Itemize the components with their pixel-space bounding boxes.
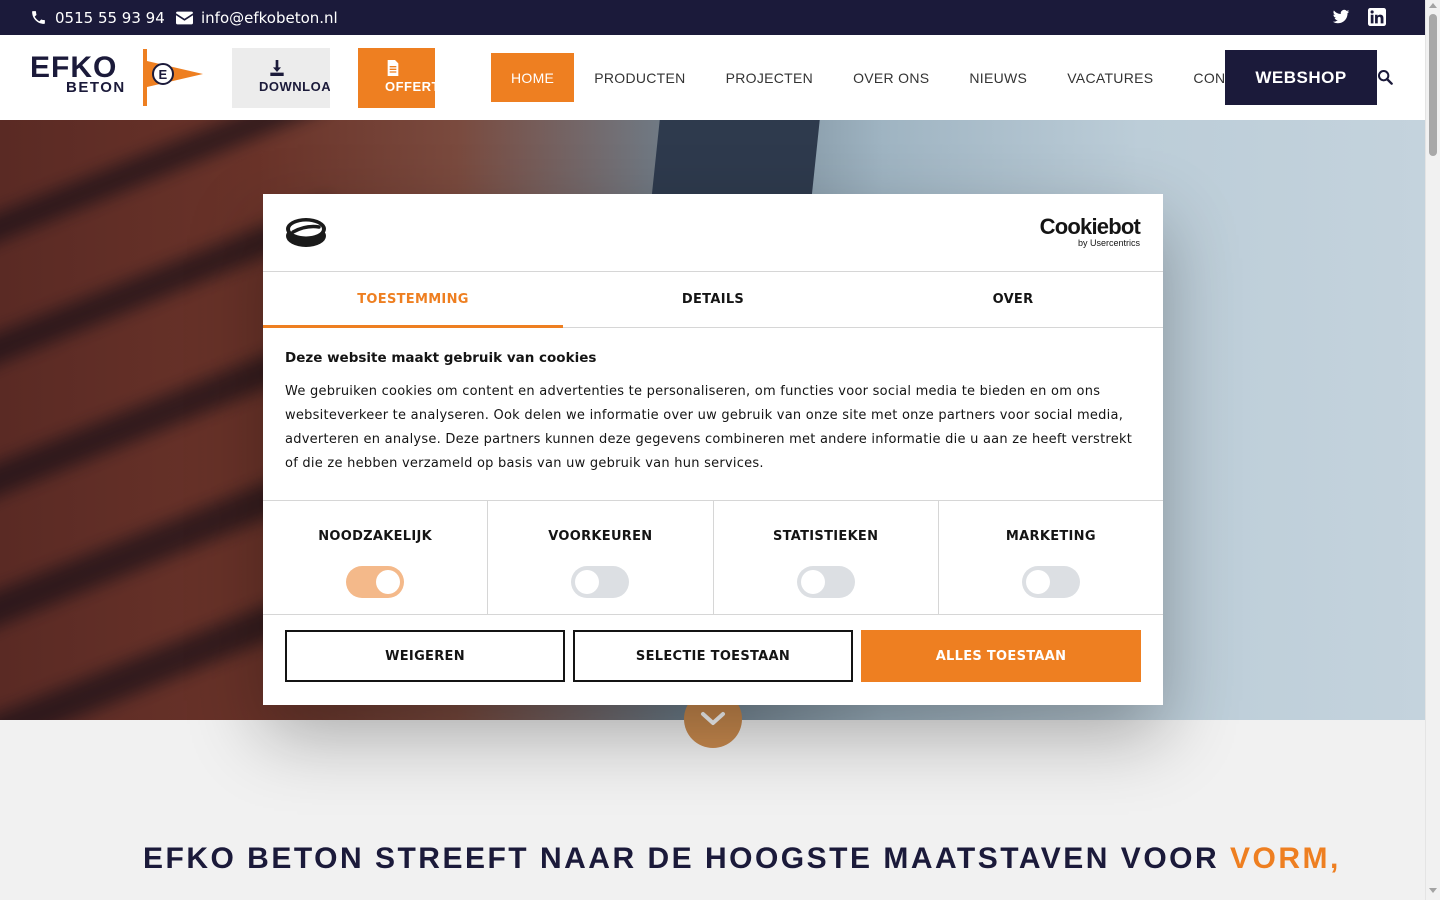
category-marketing: MARKETING [939,501,1163,614]
page-scrollbar[interactable] [1425,0,1440,900]
twitter-icon[interactable] [1332,8,1350,26]
toggle-knob [800,570,825,594]
section-heading-accent: VORM, [1230,842,1341,875]
phone-icon [32,11,45,24]
dialog-header: Cookiebot by Usercentrics [263,194,1163,272]
dialog-heading: Deze website maakt gebruik van cookies [285,350,597,366]
webshop-button[interactable]: WEBSHOP [1225,50,1377,105]
tab-details[interactable]: DETAILS [563,272,863,327]
site-logo-icon [286,218,326,247]
nav-projecten[interactable]: PROJECTEN [706,53,834,102]
category-statistieken: STATISTIEKEN [714,501,939,614]
section-heading: EFKO BETON STREEFT NAAR DE HOOGSTE MAATS… [143,842,1341,876]
dialog-actions: WEIGEREN SELECTIE TOESTAAN ALLES TOESTAA… [285,630,1141,682]
toggle-noodzakelijk[interactable] [346,566,405,598]
phone-link[interactable]: 0515 55 93 94 [30,0,165,35]
nav-producten[interactable]: PRODUCTEN [574,53,705,102]
logo-badge: E [159,67,168,82]
category-label: MARKETING [1005,529,1096,544]
main-nav: HOME PRODUCTEN PROJECTEN OVER ONS NIEUWS… [491,53,1282,102]
allow-selection-button[interactable]: SELECTIE TOESTAAN [573,630,853,682]
document-icon [387,60,399,76]
search-icon[interactable] [1377,69,1393,85]
toggle-voorkeuren[interactable] [571,566,630,598]
downloads-label: DOWNLOADS [259,79,330,94]
toggle-marketing[interactable] [1021,566,1080,598]
scroll-up-arrow-icon[interactable] [1429,3,1437,8]
category-noodzakelijk: NOODZAKELIJK [263,501,489,614]
downloads-button[interactable]: DOWNLOADS [232,48,330,108]
nav-nieuws[interactable]: NIEUWS [949,53,1047,102]
dialog-body: Deze website maakt gebruik van cookies W… [285,350,1141,476]
phone-number: 0515 55 93 94 [55,8,165,27]
nav-over-ons[interactable]: OVER ONS [833,53,949,102]
cookie-consent-dialog: Cookiebot by Usercentrics TOESTEMMING DE… [263,194,1163,705]
decline-button[interactable]: WEIGEREN [285,630,565,682]
category-label: NOODZAKELIJK [318,529,433,544]
scroll-down-arrow-icon[interactable] [1429,888,1437,893]
scrollbar-thumb[interactable] [1429,14,1437,156]
email-link[interactable]: info@efkobeton.nl [176,0,338,35]
site-header: EFKO BETON E DOWNLOADS OFFERTE HOME PROD… [0,35,1425,120]
toggle-statistieken[interactable] [796,566,855,598]
toggle-knob [575,570,600,594]
nav-home[interactable]: HOME [491,53,575,102]
download-icon [270,60,284,76]
nav-vacatures[interactable]: VACATURES [1047,53,1173,102]
tab-toestemming[interactable]: TOESTEMMING [263,272,563,328]
category-label: VOORKEUREN [548,529,653,544]
category-voorkeuren: VOORKEUREN [488,501,714,614]
allow-all-button[interactable]: ALLES TOESTAAN [861,630,1141,682]
dialog-description: We gebruiken cookies om content en adver… [285,384,1133,471]
top-bar: 0515 55 93 94 info@efkobeton.nl [0,0,1425,35]
toggle-knob [376,570,401,594]
envelope-icon [176,11,193,24]
cookiebot-name: Cookiebot [1039,214,1141,239]
consent-categories: NOODZAKELIJK VOORKEUREN STATISTIEKEN MAR… [263,500,1163,615]
section-heading-main: EFKO BETON STREEFT NAAR DE HOOGSTE MAATS… [143,842,1220,875]
email-address: info@efkobeton.nl [201,8,338,27]
offerte-label: OFFERTE [385,79,435,94]
cookiebot-byline: by Usercentrics [1077,238,1140,248]
toggle-knob [1025,570,1050,594]
dialog-tabs: TOESTEMMING DETAILS OVER [263,272,1163,328]
logo-text-beton: BETON [66,79,126,96]
linkedin-icon[interactable] [1368,8,1386,26]
efko-beton-logo[interactable]: EFKO BETON E [30,47,205,109]
tab-over[interactable]: OVER [863,272,1163,327]
cookiebot-logo[interactable]: Cookiebot by Usercentrics [1039,214,1141,249]
category-label: STATISTIEKEN [772,529,879,544]
offerte-button[interactable]: OFFERTE [358,48,435,108]
chevron-down-icon [701,712,725,725]
